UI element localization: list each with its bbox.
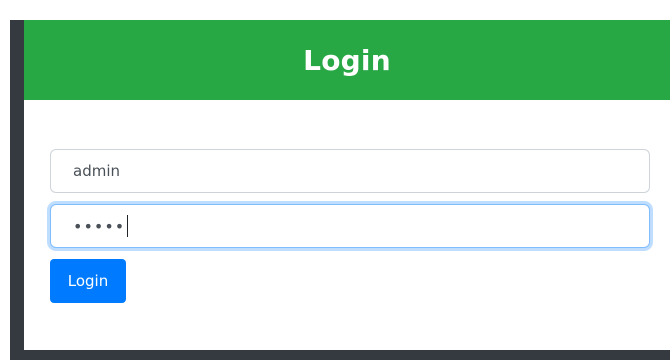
login-card-header: Login (24, 20, 670, 100)
page: Login admin ••••• Login (0, 0, 670, 360)
login-card-body: admin ••••• Login (24, 100, 670, 350)
username-value: admin (73, 162, 120, 180)
login-button[interactable]: Login (50, 259, 126, 303)
login-card: Login admin ••••• Login (24, 20, 670, 350)
frame-top-strip (0, 0, 670, 20)
password-value: ••••• (73, 216, 126, 236)
password-input[interactable]: ••••• (50, 204, 650, 248)
username-input[interactable]: admin (50, 149, 650, 193)
frame-left-strip (0, 0, 10, 360)
text-caret (127, 215, 129, 237)
login-title: Login (303, 43, 391, 77)
